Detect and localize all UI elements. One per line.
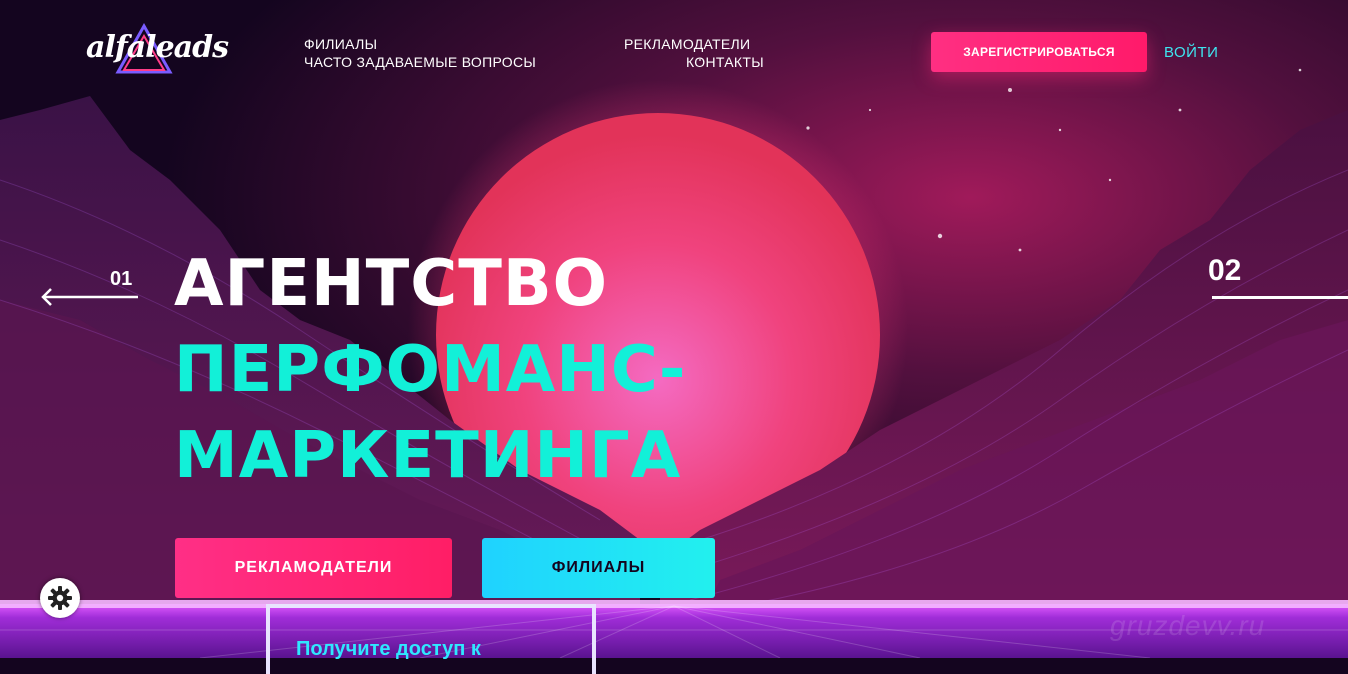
affiliates-button[interactable]: ФИЛИАЛЫ bbox=[482, 538, 715, 598]
advertisers-button[interactable]: РЕКЛАМОДАТЕЛИ bbox=[175, 538, 452, 598]
logo-text: alfaleads bbox=[86, 30, 229, 65]
hero-title-line2: ПЕРФОМАНС- bbox=[174, 333, 687, 407]
slide-number-next: 02 bbox=[1208, 254, 1242, 287]
hero-title-line1: АГЕНТСТВО bbox=[174, 247, 609, 321]
settings-button[interactable] bbox=[40, 578, 80, 618]
nav-link-faq[interactable]: ЧАСТО ЗАДАВАЕМЫЕ ВОПРОСЫ bbox=[304, 54, 536, 70]
hero-title-line3: МАРКЕТИНГА bbox=[174, 419, 682, 493]
nav-link-contacts[interactable]: КОНТАКТЫ bbox=[686, 54, 764, 70]
nav-link-advertisers[interactable]: РЕКЛАМОДАТЕЛИ bbox=[624, 36, 750, 52]
watermark: gruzdevv.ru bbox=[1110, 610, 1266, 641]
nav-link-affiliates[interactable]: ФИЛИАЛЫ bbox=[304, 36, 377, 52]
gear-icon bbox=[48, 586, 72, 610]
slide-number-prev: 01 bbox=[110, 268, 133, 290]
register-button[interactable]: ЗАРЕГИСТРИРОВАТЬСЯ bbox=[931, 32, 1147, 72]
login-link[interactable]: ВОЙТИ bbox=[1164, 44, 1218, 61]
logo[interactable]: alfaleads bbox=[86, 22, 229, 82]
slider-next-line[interactable] bbox=[1212, 296, 1348, 299]
